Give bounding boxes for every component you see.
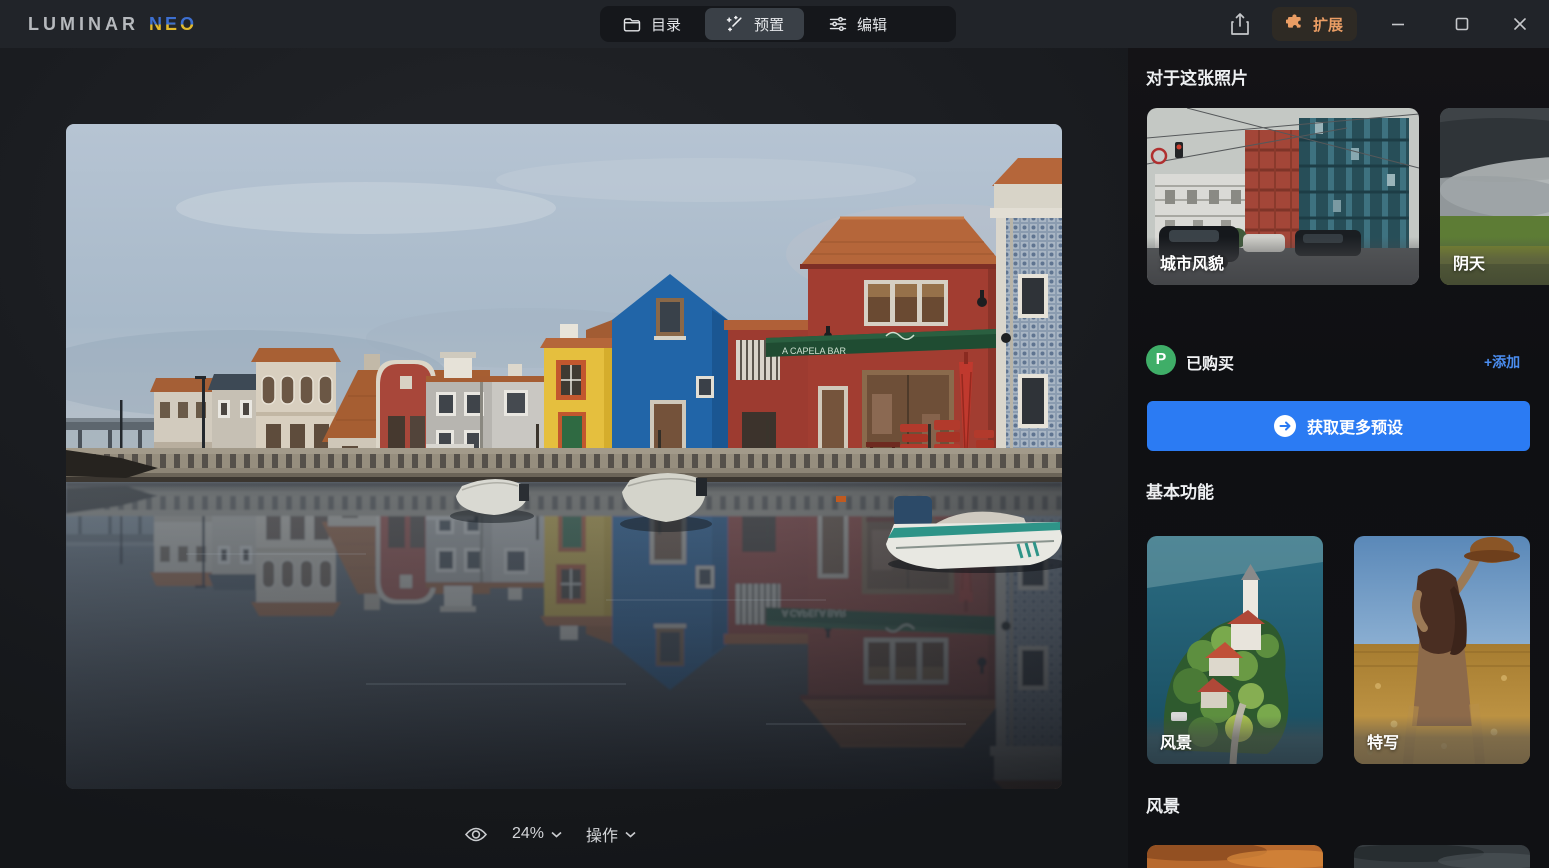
zoom-level-value: 24%: [512, 825, 544, 843]
purchased-label: 已购买: [1186, 350, 1234, 374]
preset-card-city[interactable]: 城市风貌: [1147, 108, 1419, 285]
app-logo: LUMINAR NEO: [28, 14, 197, 35]
basic-heading: 基本功能: [1146, 478, 1214, 503]
tab-catalog-label: 目录: [651, 14, 681, 35]
sliders-icon: [828, 14, 848, 34]
top-bar: LUMINAR NEO 目录 预置: [0, 0, 1549, 48]
photo-canvas-area: A CAPELA BAR: [0, 48, 1128, 868]
extensions-button[interactable]: 扩展: [1272, 7, 1357, 41]
get-more-presets-button[interactable]: 获取更多预设: [1147, 401, 1530, 451]
minimize-button[interactable]: [1386, 13, 1410, 35]
tab-catalog[interactable]: 目录: [602, 8, 701, 40]
landscape-heading: 风景: [1146, 792, 1180, 817]
chevron-down-icon: [625, 831, 636, 838]
marketplace-icon: P: [1146, 345, 1176, 375]
preset-card-label: 风景: [1160, 729, 1192, 753]
main-photo: A CAPELA BAR: [66, 124, 1062, 789]
preset-card-label: 特写: [1367, 729, 1399, 753]
close-button[interactable]: [1508, 13, 1532, 35]
preset-card-label: 城市风貌: [1160, 250, 1224, 274]
viewer-controls: 24% 操作: [464, 822, 636, 846]
mode-tab-group: 目录 预置 编辑: [600, 6, 956, 42]
maximize-button[interactable]: [1450, 13, 1474, 35]
magic-wand-icon: [725, 14, 745, 34]
actions-dropdown[interactable]: 操作: [586, 822, 636, 846]
tab-edit[interactable]: 编辑: [808, 8, 907, 40]
preset-card-closeup[interactable]: 特写: [1354, 536, 1530, 764]
puzzle-icon: [1286, 13, 1305, 36]
zoom-level-dropdown[interactable]: 24%: [512, 825, 562, 843]
preset-card-partial-sunset[interactable]: [1147, 845, 1323, 868]
add-presets-link[interactable]: +添加: [1484, 352, 1520, 372]
folder-icon: [622, 14, 642, 34]
compare-eye-button[interactable]: [464, 826, 488, 843]
preset-card-overcast[interactable]: 阴天: [1440, 108, 1549, 285]
tab-presets[interactable]: 预置: [705, 8, 804, 40]
preset-card-landscape[interactable]: 风景: [1147, 536, 1323, 764]
preset-card-partial-storm[interactable]: [1354, 845, 1530, 868]
get-more-presets-label: 获取更多预设: [1307, 414, 1403, 438]
canal-houses-photo: A CAPELA BAR: [66, 124, 1062, 789]
actions-label: 操作: [586, 822, 618, 846]
tab-edit-label: 编辑: [857, 14, 887, 35]
preset-card-label: 阴天: [1453, 250, 1485, 274]
share-button[interactable]: [1228, 11, 1254, 37]
logo-luminar: LUMINAR: [28, 14, 139, 35]
for-photo-heading: 对于这张照片: [1146, 64, 1248, 89]
logo-neo: NEO: [149, 14, 197, 35]
chevron-down-icon: [551, 831, 562, 838]
extensions-label: 扩展: [1313, 14, 1343, 35]
arrow-right-icon: [1274, 415, 1296, 437]
tab-presets-label: 预置: [754, 14, 784, 35]
